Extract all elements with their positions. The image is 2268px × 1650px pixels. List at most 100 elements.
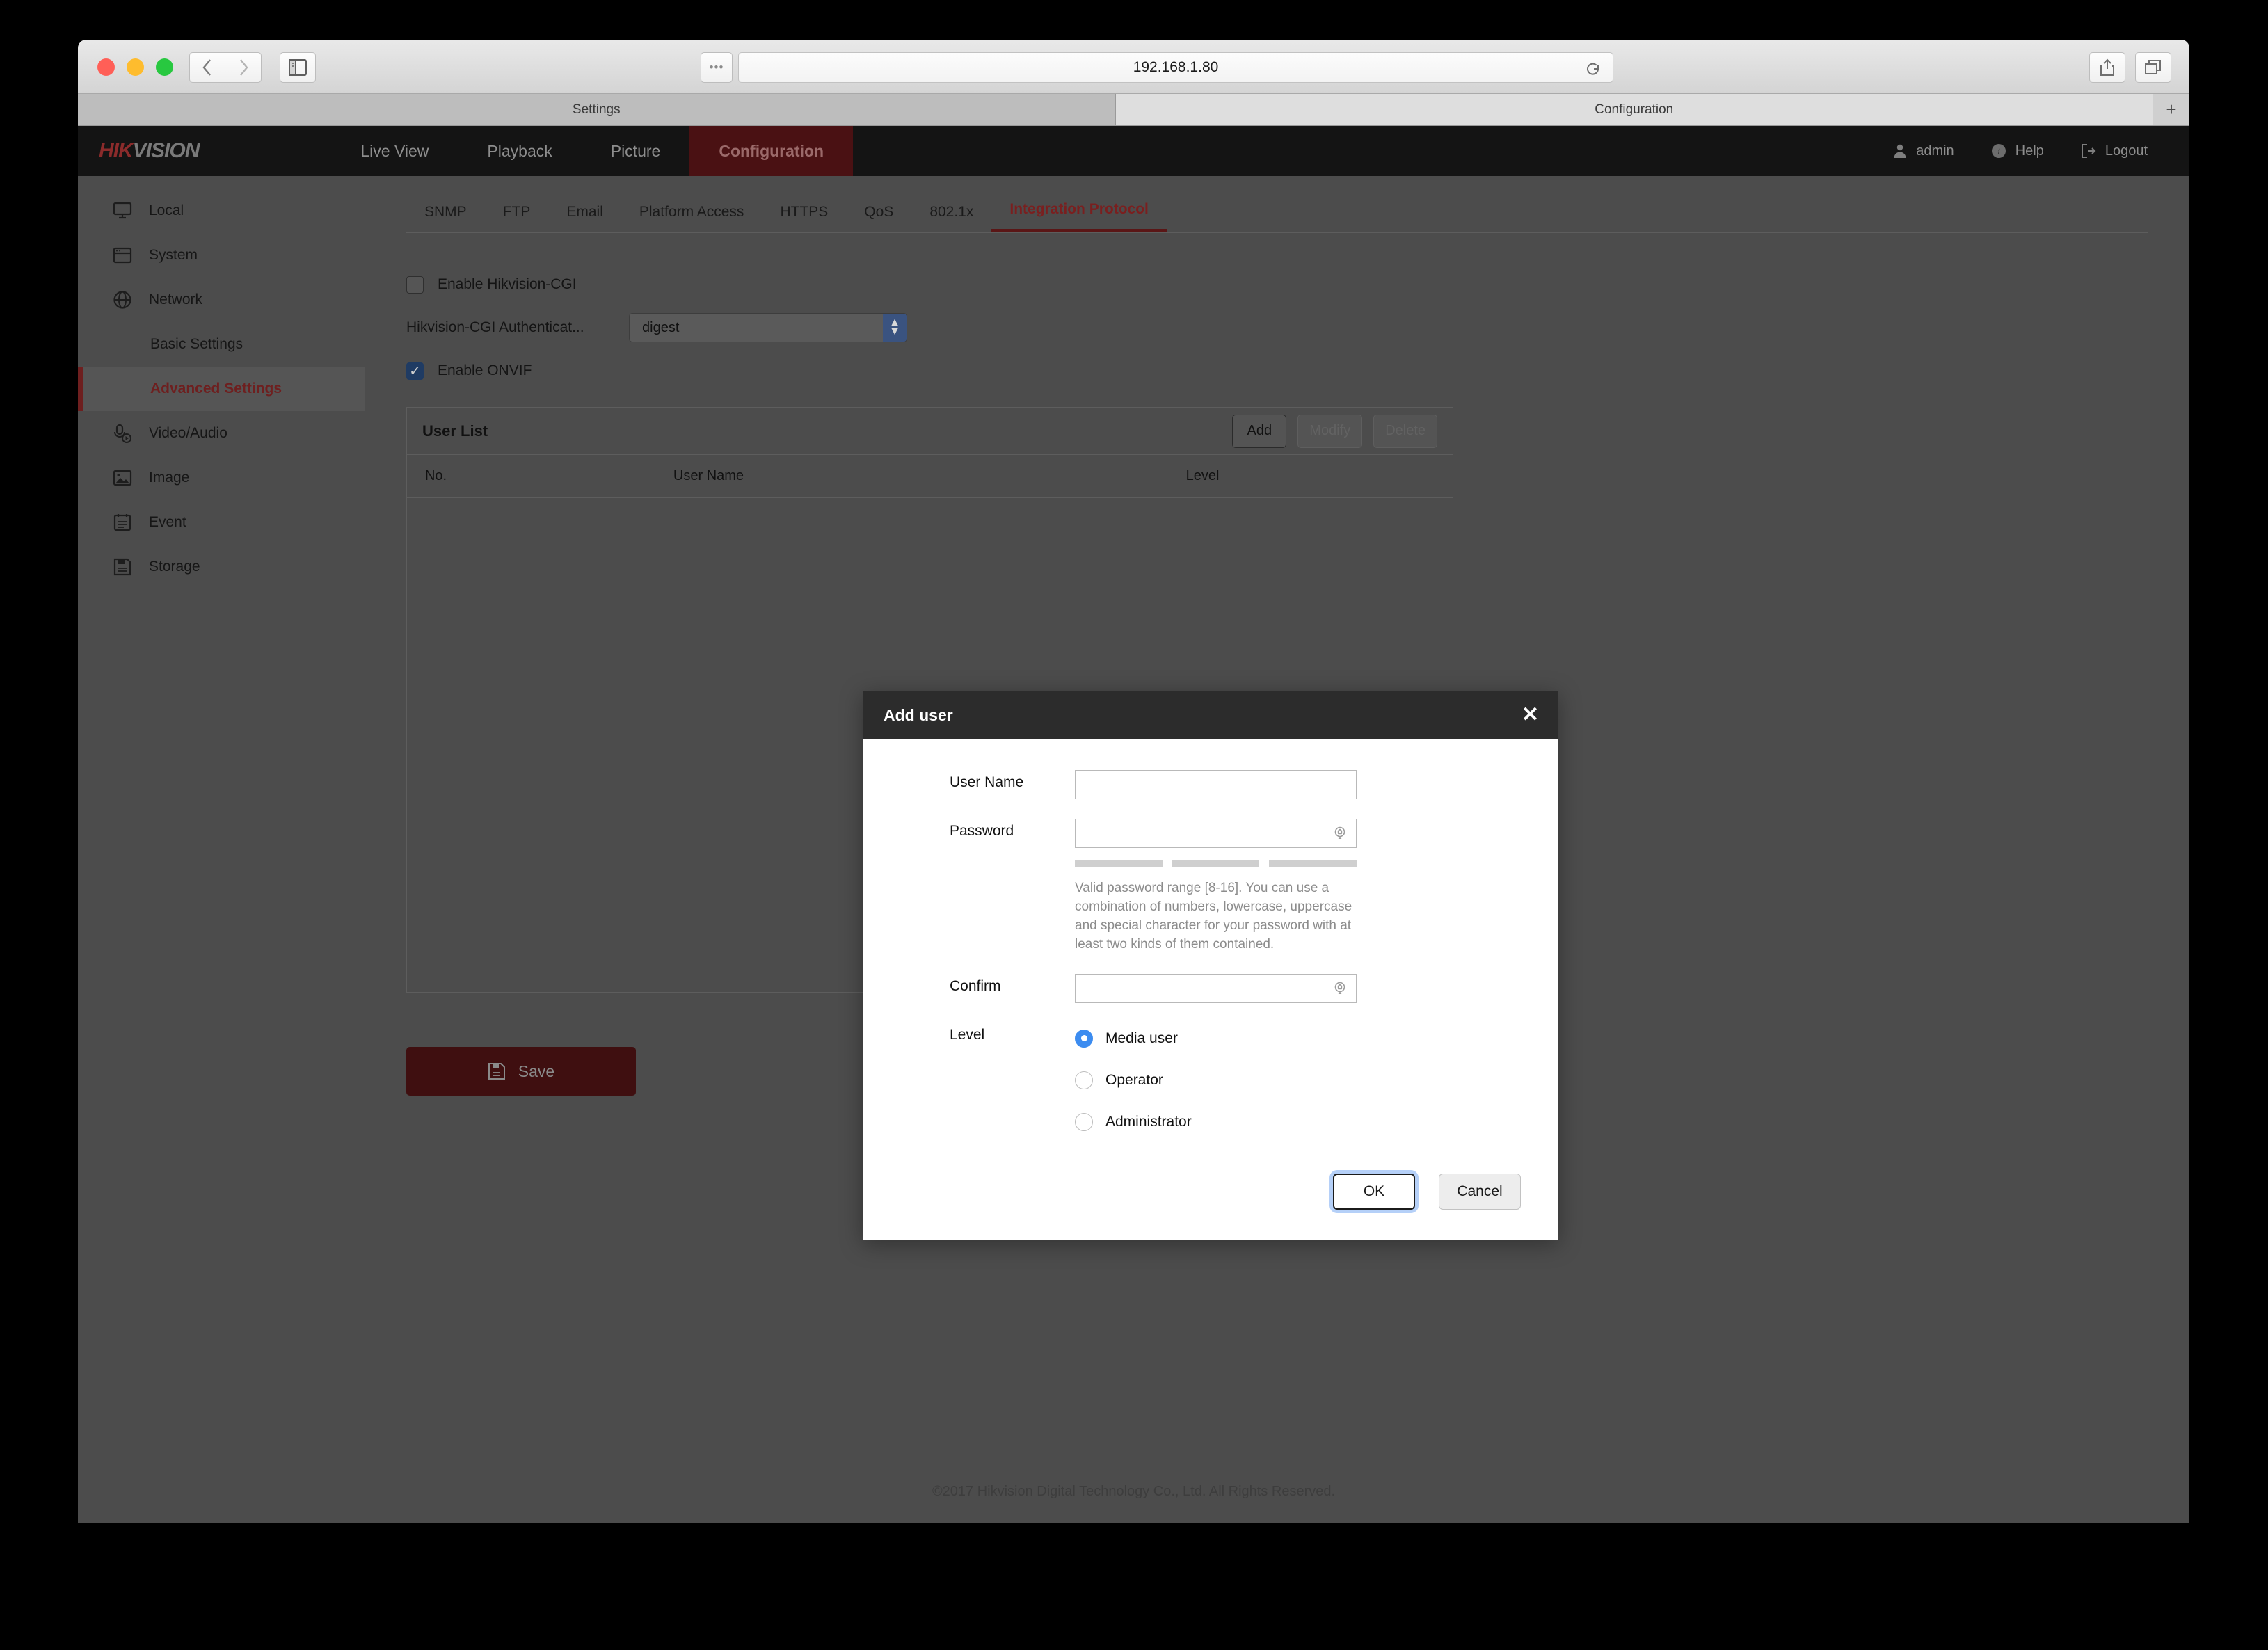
- user-list-actions: Add Modify Delete: [1232, 415, 1437, 448]
- back-button[interactable]: [189, 52, 225, 83]
- maximize-window-button[interactable]: [156, 58, 173, 76]
- level-option-operator[interactable]: Operator: [1075, 1064, 1558, 1096]
- level-label: Level: [863, 1023, 1075, 1043]
- sidebar-item-video-audio[interactable]: Video/Audio: [78, 411, 365, 456]
- sidebar-item-image[interactable]: Image: [78, 456, 365, 500]
- sidebar-item-label: System: [149, 247, 198, 264]
- tab-overview-icon[interactable]: [2135, 52, 2171, 83]
- nav-item-configuration[interactable]: Configuration: [689, 126, 853, 176]
- cgi-auth-label: Hikvision-CGI Authenticat...: [406, 319, 629, 336]
- reload-icon[interactable]: [1585, 61, 1602, 77]
- reveal-password-icon[interactable]: [1332, 826, 1348, 841]
- logo-vision-text: VISION: [133, 139, 200, 162]
- level-option-administrator[interactable]: Administrator: [1075, 1106, 1558, 1138]
- window-controls: [97, 58, 173, 76]
- sidebar-toggle-button[interactable]: [280, 52, 316, 83]
- sidebar-item-advanced-settings[interactable]: Advanced Settings: [78, 367, 365, 411]
- sidebar-item-label: Event: [149, 514, 186, 531]
- save-button[interactable]: Save: [406, 1047, 636, 1096]
- subtab-ftp[interactable]: FTP: [485, 204, 549, 232]
- sidebar-item-label: Basic Settings: [150, 336, 243, 353]
- tab-settings[interactable]: Settings: [78, 94, 1116, 125]
- current-user[interactable]: admin: [1892, 143, 1954, 159]
- user-name-label: admin: [1916, 143, 1954, 159]
- username-input[interactable]: [1075, 770, 1357, 799]
- sidebar-item-event[interactable]: Event: [78, 500, 365, 545]
- sidebar-item-storage[interactable]: Storage: [78, 545, 365, 589]
- tab-bar: Settings Configuration +: [78, 94, 2189, 126]
- sidebar-item-network[interactable]: Network: [78, 278, 365, 322]
- logout-link[interactable]: Logout: [2080, 143, 2148, 159]
- ok-button[interactable]: OK: [1333, 1174, 1415, 1210]
- enable-cgi-checkbox[interactable]: [406, 276, 424, 294]
- dialog-header: Add user ✕: [863, 691, 1558, 739]
- picture-icon: [113, 469, 149, 487]
- nav-item-playback[interactable]: Playback: [458, 126, 581, 176]
- enable-onvif-label: Enable ONVIF: [438, 362, 532, 379]
- cgi-auth-select[interactable]: digest ▲▼: [629, 313, 907, 342]
- subtab-integration-protocol[interactable]: Integration Protocol: [991, 201, 1167, 232]
- hikvision-page: HIKVISION Live View Playback Picture Con…: [78, 126, 2189, 1523]
- monitor-icon: [113, 202, 149, 220]
- cgi-auth-value: digest: [642, 320, 679, 336]
- logo-hik-text: HIK: [99, 139, 133, 162]
- new-tab-button[interactable]: +: [2153, 94, 2189, 125]
- add-user-button[interactable]: Add: [1232, 415, 1286, 448]
- radio-operator[interactable]: [1075, 1071, 1093, 1089]
- strength-bar-3: [1269, 860, 1357, 867]
- logout-label: Logout: [2105, 143, 2148, 159]
- reveal-confirm-icon[interactable]: [1332, 981, 1348, 996]
- navigation-buttons: [189, 52, 262, 83]
- address-bar[interactable]: 192.168.1.80: [738, 52, 1613, 83]
- sub-tab-bar: SNMP FTP Email Platform Access HTTPS QoS…: [406, 176, 2148, 233]
- subtab-qos[interactable]: QoS: [846, 204, 911, 232]
- save-button-label: Save: [518, 1062, 554, 1081]
- enable-cgi-row: Enable Hikvision-CGI: [406, 266, 2148, 303]
- nav-item-picture[interactable]: Picture: [582, 126, 690, 176]
- subtab-https[interactable]: HTTPS: [762, 204, 846, 232]
- enable-onvif-row: ✓ Enable ONVIF: [406, 353, 2148, 389]
- subtab-email[interactable]: Email: [548, 204, 621, 232]
- sidebar-item-basic-settings[interactable]: Basic Settings: [78, 322, 365, 367]
- subtab-802-1x[interactable]: 802.1x: [911, 204, 991, 232]
- delete-user-button: Delete: [1373, 415, 1437, 448]
- sidebar-item-label: Image: [149, 470, 189, 486]
- sidebar-item-system[interactable]: System: [78, 233, 365, 278]
- forward-button[interactable]: [225, 52, 262, 83]
- header-right: admin i Help: [1892, 143, 2148, 159]
- help-link[interactable]: i Help: [1990, 143, 2044, 159]
- minimize-window-button[interactable]: [127, 58, 144, 76]
- subtab-platform-access[interactable]: Platform Access: [621, 204, 762, 232]
- safari-window: ••• 192.168.1.80: [78, 40, 2189, 1523]
- sidebar-item-local[interactable]: Local: [78, 189, 365, 233]
- address-bar-area: ••• 192.168.1.80: [701, 52, 1613, 83]
- main-nav: Live View Playback Picture Configuration: [331, 126, 853, 176]
- password-strength-meter: [1075, 860, 1357, 867]
- password-input[interactable]: [1075, 819, 1357, 848]
- password-hint-text: Valid password range [8-16]. You can use…: [1075, 879, 1353, 954]
- radio-media-user[interactable]: [1075, 1030, 1093, 1048]
- tab-configuration[interactable]: Configuration: [1116, 94, 2154, 125]
- user-icon: [1892, 143, 1908, 159]
- nav-item-live-view[interactable]: Live View: [331, 126, 458, 176]
- close-window-button[interactable]: [97, 58, 115, 76]
- radio-label: Operator: [1105, 1072, 1163, 1089]
- tab-label: Configuration: [1595, 102, 1673, 118]
- show-all-tabs-icon[interactable]: •••: [701, 52, 733, 83]
- subtab-snmp[interactable]: SNMP: [406, 204, 485, 232]
- window-icon: [113, 246, 149, 264]
- radio-administrator[interactable]: [1075, 1113, 1093, 1131]
- share-icon[interactable]: [2089, 52, 2125, 83]
- modify-user-button: Modify: [1297, 415, 1362, 448]
- browser-toolbar: ••• 192.168.1.80: [78, 40, 2189, 94]
- cgi-auth-row: Hikvision-CGI Authenticat... digest ▲▼: [406, 303, 2148, 353]
- chevron-updown-icon: ▲▼: [883, 314, 907, 342]
- hikvision-logo: HIKVISION: [99, 139, 199, 163]
- cancel-button[interactable]: Cancel: [1439, 1174, 1521, 1210]
- close-icon[interactable]: ✕: [1522, 705, 1539, 726]
- enable-onvif-checkbox[interactable]: ✓: [406, 362, 424, 380]
- microphone-icon: [113, 424, 149, 443]
- floppy-icon: [488, 1062, 506, 1080]
- confirm-input[interactable]: [1075, 974, 1357, 1003]
- level-option-media-user[interactable]: Media user: [1075, 1023, 1558, 1055]
